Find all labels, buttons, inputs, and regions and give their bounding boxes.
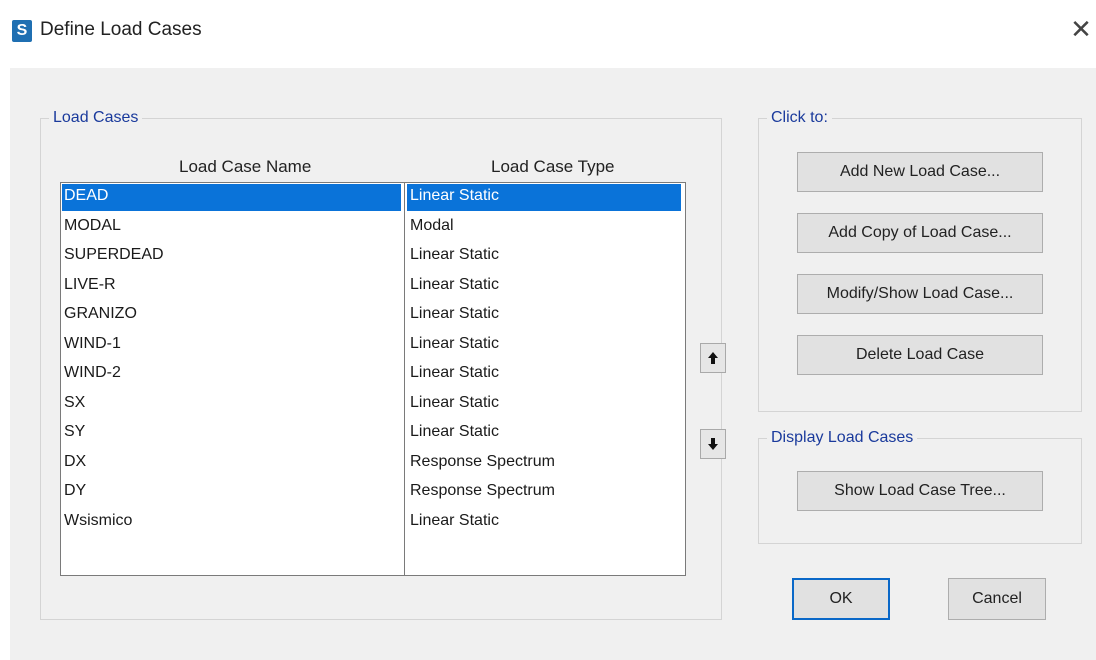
load-case-type: Linear Static [410,393,499,411]
delete-load-case-button[interactable]: Delete Load Case [797,335,1043,375]
load-case-type: Modal [410,216,454,234]
table-row[interactable]: Wsismico Linear Static [61,508,685,537]
load-case-type: Linear Static [410,364,499,381]
load-case-name: WIND-1 [64,334,121,352]
load-case-name: DX [64,452,87,470]
load-case-type: Response Spectrum [410,452,555,470]
column-header-type: Load Case Type [491,157,615,176]
add-copy-load-case-button[interactable]: Add Copy of Load Case... [797,213,1043,253]
load-case-name: Wsismico [64,511,133,529]
load-case-type: Linear Static [410,246,499,263]
load-case-name: SUPERDEAD [64,246,164,263]
load-case-name: DY [64,482,87,499]
load-case-type: Response Spectrum [410,482,555,499]
selection-highlight [62,184,401,211]
arrow-up-icon [708,352,718,364]
load-case-type: Linear Static [410,305,499,322]
table-row[interactable]: SUPERDEAD Linear Static [61,242,685,271]
load-case-type: Linear Static [410,511,499,529]
app-logo-icon: S [12,20,32,42]
ok-button[interactable]: OK [792,578,890,620]
close-icon[interactable]: ✕ [1070,14,1092,45]
click-to-group: Click to: Add New Load Case... Add Copy … [758,109,1082,412]
table-row[interactable]: DEAD Linear Static [61,183,685,212]
table-row[interactable]: MODAL Modal [61,213,685,242]
load-case-type: Linear Static [410,423,499,440]
modify-show-load-case-button[interactable]: Modify/Show Load Case... [797,274,1043,314]
column-header-name: Load Case Name [179,157,312,176]
display-load-cases-legend: Display Load Cases [767,429,918,447]
dialog-body: Load Cases Load Case Name Load Case Type… [10,68,1096,660]
table-row[interactable]: DX Response Spectrum [61,449,685,478]
move-down-button[interactable] [700,429,726,459]
load-case-type: Linear Static [410,275,499,293]
load-case-type: Linear Static [410,334,499,352]
click-to-legend: Click to: [767,109,832,127]
table-row[interactable]: LIVE-R Linear Static [61,272,685,301]
load-cases-legend: Load Cases [49,109,143,127]
window-title: Define Load Cases [40,19,202,40]
table-row[interactable]: SY Linear Static [61,419,685,448]
arrow-down-icon [708,438,718,450]
table-row[interactable]: DY Response Spectrum [61,478,685,507]
show-load-case-tree-button[interactable]: Show Load Case Tree... [797,471,1043,511]
table-row[interactable]: WIND-1 Linear Static [61,331,685,360]
cancel-button[interactable]: Cancel [948,578,1046,620]
load-case-name: SX [64,393,86,411]
table-row[interactable]: SX Linear Static [61,390,685,419]
move-up-button[interactable] [700,343,726,373]
table-row[interactable]: WIND-2 Linear Static [61,360,685,389]
load-case-name: MODAL [64,216,121,234]
load-case-name: GRANIZO [64,305,137,322]
load-case-name: WIND-2 [64,364,121,381]
display-load-cases-group: Display Load Cases Show Load Case Tree..… [758,429,1082,544]
load-case-name: LIVE-R [64,275,116,293]
load-cases-group: Load Cases Load Case Name Load Case Type… [40,109,722,620]
title-bar: S Define Load Cases ✕ [0,0,1096,60]
load-case-name: SY [64,423,86,440]
load-case-list[interactable]: DEAD Linear Static MODAL Modal SUPERDEAD Line… [60,182,686,576]
load-case-name: DEAD [64,187,109,204]
load-case-type: Linear Static [410,187,499,204]
add-new-load-case-button[interactable]: Add New Load Case... [797,152,1043,192]
table-row[interactable]: GRANIZO Linear Static [61,301,685,330]
